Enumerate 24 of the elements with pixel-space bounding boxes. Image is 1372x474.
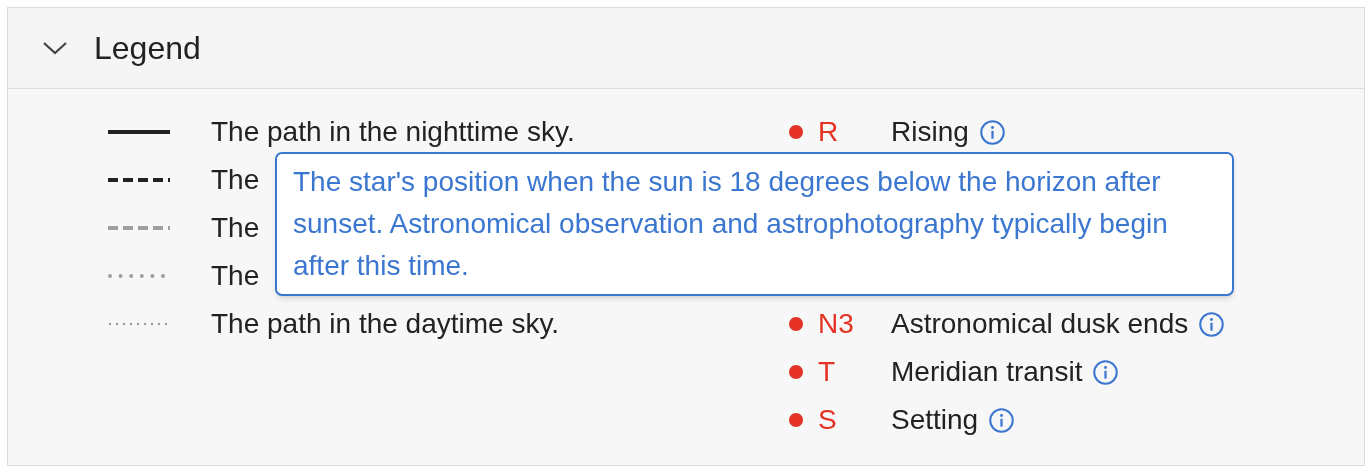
chevron-icon[interactable] [42,40,68,56]
path-description: The [211,259,260,293]
marker-label: Setting [891,403,979,437]
info-icon[interactable] [988,406,1016,434]
path-description: The path in the daytime sky. [211,307,560,341]
marker-label: Astronomical dusk ends [891,307,1189,341]
marker-code: N3 [818,307,855,341]
marker-code: R [818,115,840,149]
tooltip: The star's position when the sun is 18 degrees below the horizon after sunset. Astronomical observation and astrophotography typically begin after this time. [275,152,1234,296]
path-description: The [211,211,260,245]
line-sample-icon [108,321,170,327]
info-icon[interactable] [978,118,1006,146]
line-sample-icon [108,177,170,183]
marker-label: Meridian transit [891,355,1083,389]
path-description: The [211,163,260,197]
marker-code: S [818,403,838,437]
line-sample-icon [108,225,170,231]
marker-code: T [818,355,837,389]
marker-label: Rising [891,115,969,149]
path-description: The path in the nighttime sky. [211,115,575,149]
legend-title: Legend [94,29,201,68]
info-icon[interactable] [1092,358,1120,386]
line-sample-icon [108,129,170,135]
info-icon[interactable] [1198,310,1226,338]
